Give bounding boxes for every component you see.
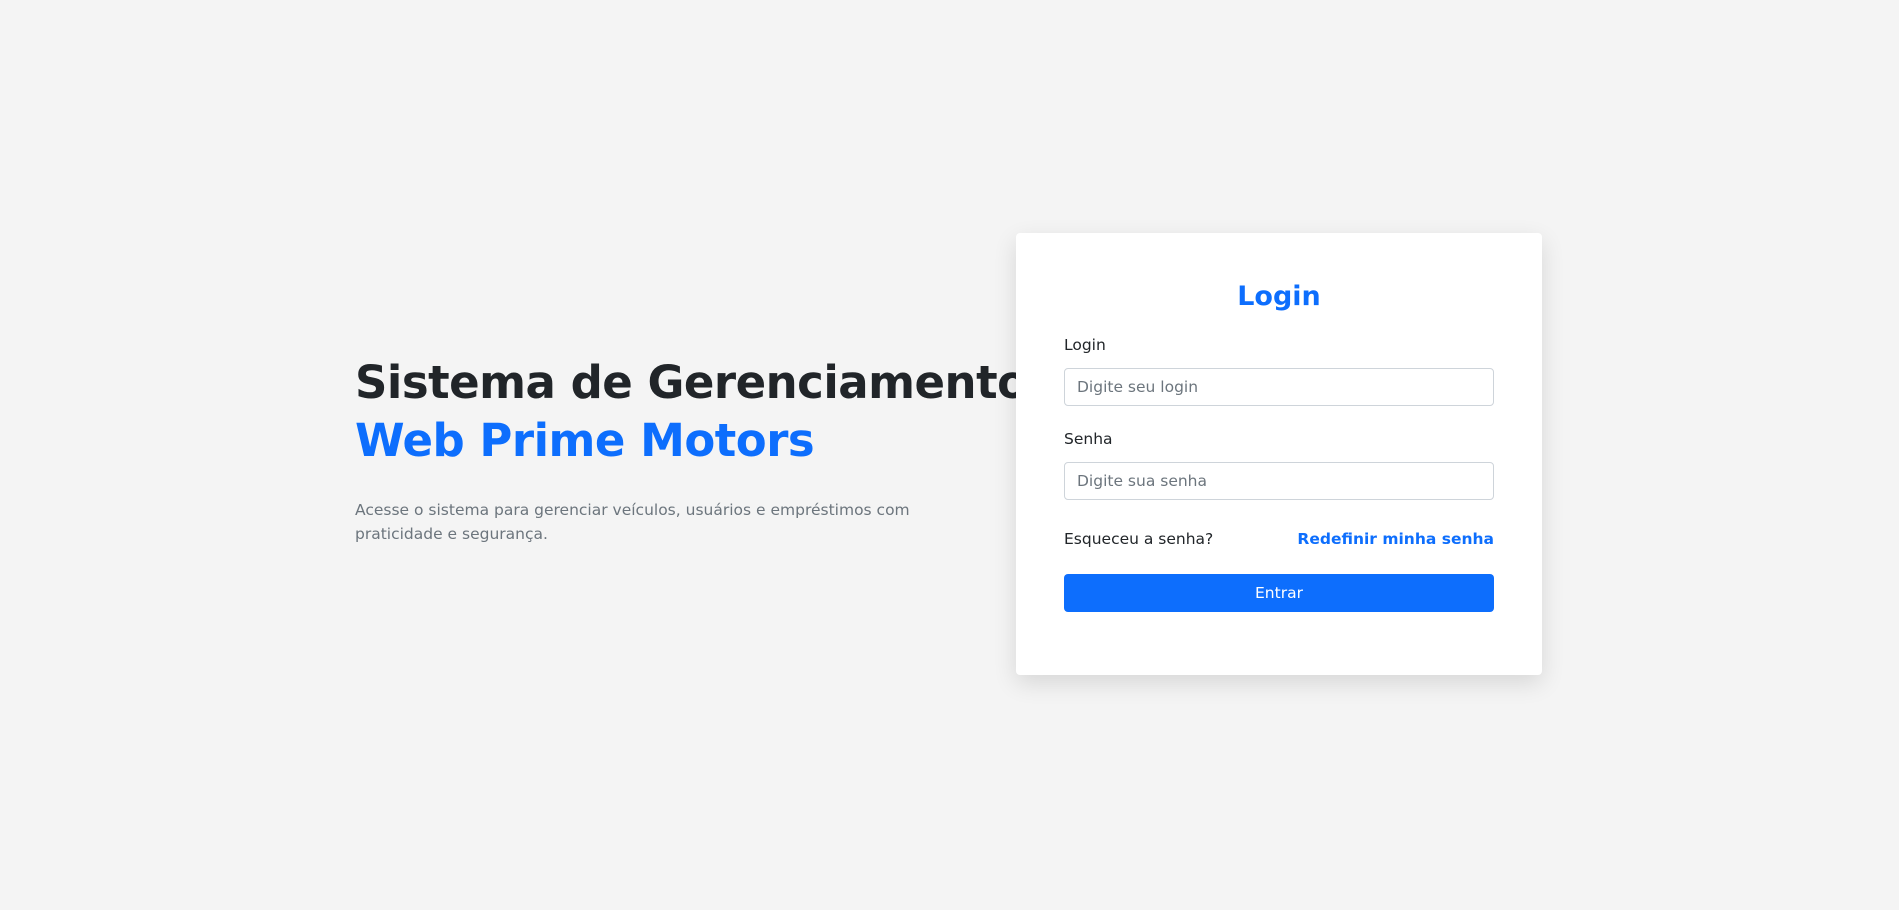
reset-password-link[interactable]: Redefinir minha senha — [1297, 530, 1494, 548]
forgot-password-row: Esqueceu a senha? Redefinir minha senha — [1064, 528, 1494, 550]
login-field-label: Login — [1064, 336, 1106, 354]
hero-description: Acesse o sistema para gerenciar veículos… — [355, 501, 910, 543]
password-input[interactable] — [1064, 462, 1494, 500]
login-card-title: Login — [1237, 281, 1321, 312]
forgot-password-text: Esqueceu a senha? — [1064, 530, 1214, 548]
hero-title: Sistema de Gerenciamento — [355, 356, 1028, 409]
login-submit-button[interactable]: Entrar — [1064, 574, 1494, 612]
login-page: Sistema de Gerenciamento Web Prime Motor… — [0, 0, 1899, 910]
login-input[interactable] — [1064, 368, 1494, 406]
login-card: Login Login Senha Esqueceu a senha? Rede… — [1016, 233, 1542, 675]
hero-section: Sistema de Gerenciamento Web Prime Motor… — [355, 354, 1028, 546]
hero-brand-name: Web Prime Motors — [355, 414, 815, 467]
password-field-label: Senha — [1064, 430, 1113, 448]
